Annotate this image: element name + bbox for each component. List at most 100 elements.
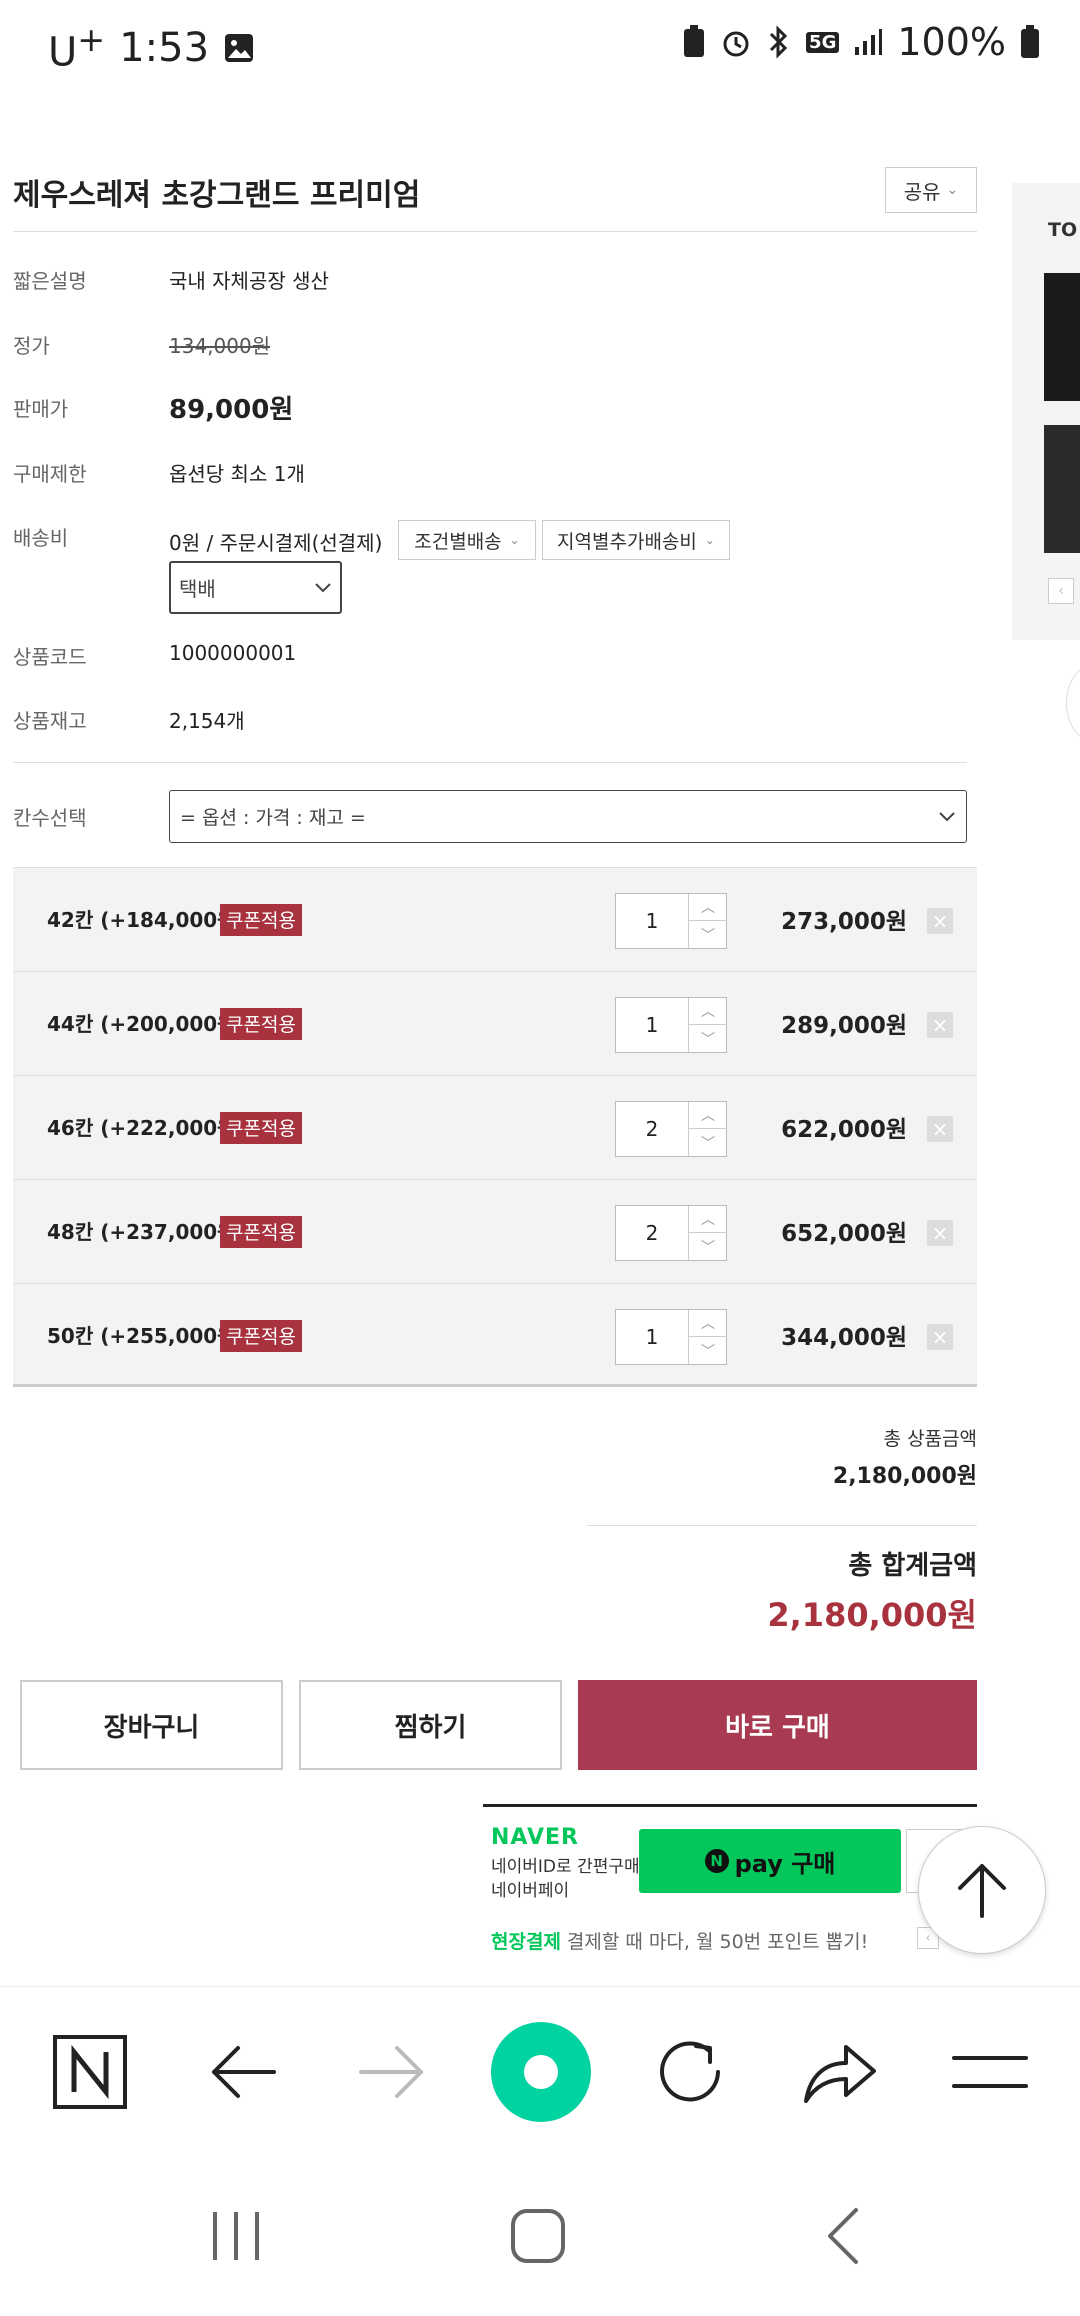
side-floating-button[interactable] (1066, 663, 1080, 743)
npay-buy-button[interactable]: N pay 구매 (639, 1829, 901, 1893)
chevron-up-icon[interactable]: ︿ (689, 1102, 727, 1129)
carrier-label: U+ (48, 20, 106, 76)
option-row: 50칸 (+255,000원) 쿠폰적용 1 ︿ ﹀ 344,000원 × (13, 1283, 977, 1387)
close-icon[interactable]: × (927, 1116, 953, 1142)
onsite-text: 결제할 때 마다, 월 50번 포인트 뽑기! (566, 1931, 869, 1953)
product-code-value: 1000000001 (169, 641, 297, 665)
naver-home-button[interactable] (40, 2022, 140, 2122)
short-desc-label: 짧은설명 (13, 269, 87, 293)
option-name: 44칸 (+200,000원) (47, 1012, 245, 1036)
chevron-down-icon: ⌄ (509, 533, 520, 547)
onsite-payment-promo[interactable]: 현장결제 결제할 때 마다, 월 50번 포인트 뽑기! (491, 1927, 868, 1954)
quantity-input[interactable]: 2 (616, 1206, 688, 1260)
product-title: 제우스레져 초강그랜드 프리미엄 (13, 178, 421, 213)
whale-button[interactable] (491, 2022, 591, 2122)
back-button[interactable] (193, 2022, 293, 2122)
option-select-value: = 옵션 : 가격 : 재고 = (180, 807, 366, 829)
subtotal-value: 2,180,000원 (832, 1464, 977, 1489)
chevron-up-icon[interactable]: ︿ (689, 1206, 727, 1233)
chevron-down-icon[interactable]: ﹀ (689, 1233, 727, 1260)
quantity-input[interactable]: 1 (616, 998, 688, 1052)
conditional-shipping-label: 조건별배송 (414, 530, 502, 553)
coupon-badge[interactable]: 쿠폰적용 (220, 1320, 302, 1352)
recent-item-thumbnail[interactable] (1044, 273, 1080, 401)
close-icon[interactable]: × (927, 1220, 953, 1246)
subtotal-label: 총 상품금액 (883, 1428, 977, 1450)
chevron-down-icon[interactable]: ﹀ (689, 1025, 727, 1052)
side-panel-label: TO (1048, 219, 1078, 241)
arrow-right-icon (359, 2046, 423, 2098)
conditional-shipping-button[interactable]: 조건별배송 ⌄ (398, 520, 536, 560)
arrow-left-icon (212, 2046, 276, 2098)
regional-shipping-button[interactable]: 지역별추가배송비 ⌄ (542, 520, 730, 560)
coupon-badge[interactable]: 쿠폰적용 (220, 1008, 302, 1040)
option-name: 50칸 (+255,000원) (47, 1324, 245, 1348)
chevron-down-icon[interactable]: ﹀ (689, 1129, 727, 1156)
option-name: 46칸 (+222,000원) (47, 1116, 245, 1140)
naver-n-icon (53, 2035, 127, 2109)
system-nav-bar (0, 2156, 1080, 2316)
recent-item-thumbnail[interactable] (1044, 425, 1080, 553)
cart-button[interactable]: 장바구니 (20, 1680, 283, 1770)
buy-now-button[interactable]: 바로 구매 (578, 1680, 977, 1770)
quantity-stepper[interactable]: 1 ︿ ﹀ (615, 893, 727, 949)
signal-icon (855, 29, 883, 55)
sale-price-value: 89,000원 (169, 395, 294, 425)
recent-items-panel: TO ‹ (1012, 183, 1080, 640)
list-price-value: 134,000원 (169, 334, 271, 358)
option-price: 622,000원 (781, 1117, 907, 1143)
quantity-stepper[interactable]: 2 ︿ ﹀ (615, 1205, 727, 1261)
coupon-badge[interactable]: 쿠폰적용 (220, 1112, 302, 1144)
refresh-icon (660, 2041, 720, 2102)
quantity-stepper[interactable]: 1 ︿ ﹀ (615, 997, 727, 1053)
network-type: 5G (806, 31, 840, 53)
quantity-input[interactable]: 1 (616, 1310, 688, 1364)
option-price: 344,000원 (781, 1325, 907, 1351)
chevron-up-icon[interactable]: ︿ (689, 998, 727, 1025)
share-button[interactable]: 공유 ⌄ (885, 167, 977, 213)
selected-options-list: 42칸 (+184,000원) 쿠폰적용 1 ︿ ﹀ 273,000원 × 44… (13, 867, 977, 1387)
chevron-left-icon[interactable]: ‹ (1048, 578, 1074, 604)
chevron-up-icon[interactable]: ︿ (689, 894, 727, 921)
home-button[interactable] (488, 2186, 588, 2286)
naver-desc-line1: 네이버ID로 간편구매 (491, 1857, 640, 1877)
refresh-button[interactable] (640, 2022, 740, 2122)
battery-percent: 100% (897, 20, 1006, 64)
coupon-badge[interactable]: 쿠폰적용 (220, 1216, 302, 1248)
forward-button[interactable] (342, 2022, 442, 2122)
option-price: 652,000원 (781, 1221, 907, 1247)
menu-button[interactable] (940, 2022, 1040, 2122)
quantity-arrows: ︿ ﹀ (688, 998, 727, 1052)
system-back-button[interactable] (792, 2186, 892, 2286)
option-select[interactable]: = 옵션 : 가격 : 재고 = (169, 790, 967, 843)
bluetooth-icon (769, 25, 788, 59)
wishlist-button[interactable]: 찜하기 (299, 1680, 562, 1770)
close-icon[interactable]: × (927, 1012, 953, 1038)
share-page-button[interactable] (790, 2022, 890, 2122)
quantity-arrows: ︿ ﹀ (688, 1102, 727, 1156)
option-name: 48칸 (+237,000원) (47, 1220, 245, 1244)
close-icon[interactable]: × (927, 908, 953, 934)
home-square-icon (511, 2209, 565, 2263)
quantity-input[interactable]: 2 (616, 1102, 688, 1156)
purchase-limit-value: 옵션당 최소 1개 (169, 462, 305, 486)
onsite-label: 현장결제 (491, 1931, 561, 1953)
coupon-badge[interactable]: 쿠폰적용 (220, 904, 302, 936)
quantity-stepper[interactable]: 2 ︿ ﹀ (615, 1101, 727, 1157)
battery-saver-icon (684, 25, 705, 57)
close-icon[interactable]: × (927, 1324, 953, 1350)
option-row: 46칸 (+222,000원) 쿠폰적용 2 ︿ ﹀ 622,000원 × (13, 1075, 977, 1179)
battery-icon (1021, 25, 1039, 58)
divider (13, 231, 977, 232)
shipping-method-select[interactable]: 택배 (169, 561, 342, 614)
chevron-down-icon[interactable]: ﹀ (689, 1337, 727, 1364)
clock: 1:53 (119, 24, 210, 71)
quantity-input[interactable]: 1 (616, 894, 688, 948)
option-row: 48칸 (+237,000원) 쿠폰적용 2 ︿ ﹀ 652,000원 × (13, 1179, 977, 1283)
recent-apps-button[interactable] (186, 2186, 286, 2286)
quantity-stepper[interactable]: 1 ︿ ﹀ (615, 1309, 727, 1365)
chevron-up-icon[interactable]: ︿ (689, 1310, 727, 1337)
chevron-down-icon: ⌄ (704, 533, 715, 547)
chevron-down-icon[interactable]: ﹀ (689, 921, 727, 948)
scroll-top-button[interactable] (918, 1826, 1046, 1954)
